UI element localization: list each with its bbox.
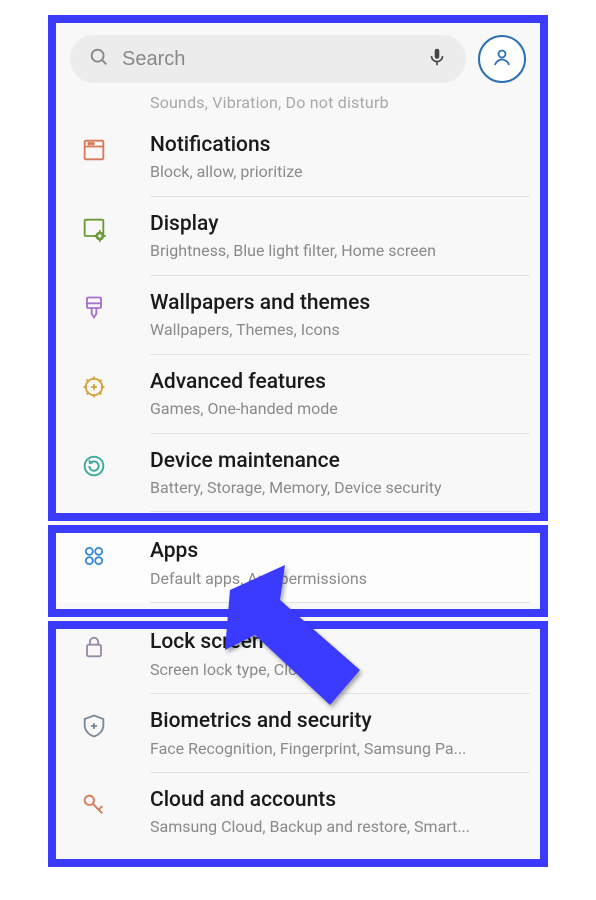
- annotation-frame: [48, 15, 548, 521]
- annotation-frame-apps: [48, 525, 548, 617]
- annotation-frame: [48, 621, 548, 867]
